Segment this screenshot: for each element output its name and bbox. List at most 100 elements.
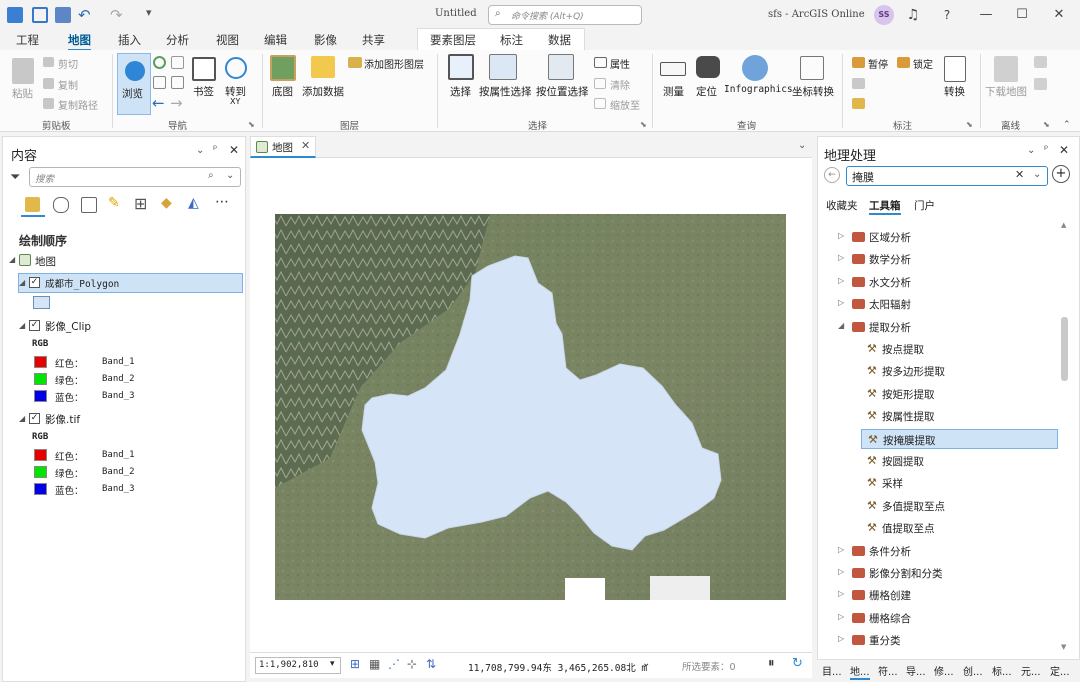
attributes-button[interactable]: 属性	[610, 56, 630, 71]
pane-tab-create[interactable]: 创...	[963, 663, 983, 678]
tool-item[interactable]: ⚒ 按点提取	[818, 339, 1058, 359]
list-by-selection-icon[interactable]	[81, 197, 97, 213]
maximize-button[interactable]: ☐	[1011, 4, 1033, 26]
toolset-item[interactable]: ▷ 区域分析	[818, 227, 1058, 247]
fixed-zoom-in-icon[interactable]	[171, 56, 184, 69]
copy-button[interactable]: 复制	[58, 77, 78, 92]
labeling-launcher-icon[interactable]: ⬊	[966, 120, 973, 129]
scroll-down-icon[interactable]: ▼	[1061, 643, 1066, 651]
rotation-icon[interactable]: ⇅	[426, 657, 436, 671]
geoprocessing-search-input[interactable]: 掩膜 ✕ ⌄	[846, 166, 1048, 186]
layer-visibility-checkbox[interactable]: ✓	[29, 277, 40, 288]
pause-labels-button[interactable]: 暂停	[868, 56, 888, 71]
collapse-ribbon-icon[interactable]: ⌃	[1063, 120, 1071, 130]
toolset-item[interactable]: ▷ 影像分割和分类	[818, 563, 1058, 583]
refresh-icon[interactable]: ↻	[792, 656, 803, 671]
tab-feature-layer[interactable]: 要素图层	[430, 32, 476, 48]
navigate-launcher-icon[interactable]: ⬊	[248, 120, 255, 129]
layer-visibility-checkbox[interactable]: ✓	[29, 320, 40, 331]
close-pane-icon[interactable]: ✕	[229, 143, 239, 157]
nav-toolboxes[interactable]: 工具箱	[869, 198, 901, 215]
layer-name[interactable]: 影像.tif	[45, 412, 80, 427]
pane-tab-geoprocessing[interactable]: 地...	[850, 663, 870, 680]
layer-collapse-icon[interactable]: ◢	[19, 321, 25, 330]
collapsed-chevron-icon[interactable]: ▷	[838, 276, 844, 285]
clear-search-icon[interactable]: ✕	[1015, 168, 1024, 181]
close-window-button[interactable]: ✕	[1048, 4, 1070, 26]
convert-labels-button[interactable]: 转换	[944, 84, 965, 99]
select-button[interactable]: 选择	[450, 84, 471, 99]
help-icon[interactable]: ?	[936, 4, 958, 26]
sync-icon[interactable]	[1034, 56, 1047, 68]
tab-edit[interactable]: 编辑	[264, 32, 287, 48]
add-data-button[interactable]: 添加数据	[302, 84, 344, 99]
toolset-item[interactable]: ▷ 太阳辐射	[818, 294, 1058, 314]
measure-button[interactable]: 测量	[663, 84, 684, 99]
label-more-icon[interactable]	[852, 98, 865, 109]
paste-button[interactable]: 粘贴	[12, 86, 33, 101]
redo-icon[interactable]: ↷	[110, 6, 123, 24]
fixed-zoom-out-icon[interactable]	[153, 76, 166, 89]
copy-path-button[interactable]: 复制路径	[58, 97, 98, 112]
zoom-to-selection-button[interactable]: 缩放至	[610, 97, 640, 112]
tab-data[interactable]: 数据	[548, 32, 571, 48]
grid-icon[interactable]: ▦	[369, 657, 380, 671]
collapsed-chevron-icon[interactable]: ▷	[838, 545, 844, 554]
add-graphics-layer-button[interactable]: 添加图形图层	[364, 56, 424, 71]
coordinate-conversion-button[interactable]: 坐标转换	[792, 84, 834, 99]
cut-button[interactable]: 剪切	[58, 56, 78, 71]
collapsed-chevron-icon[interactable]: ▷	[838, 634, 844, 643]
pane-tab-modify[interactable]: 修...	[934, 663, 954, 678]
download-map-button[interactable]: 下载地图	[985, 84, 1027, 99]
pause-drawing-icon[interactable]: ⏸	[768, 656, 775, 671]
tool-item[interactable]: ⚒ 值提取至点	[818, 518, 1058, 538]
pin-icon[interactable]: ᵖ	[213, 144, 217, 155]
filter-icon[interactable]: ⏷	[10, 170, 20, 185]
map-view-tab[interactable]: 地图 ✕	[250, 136, 316, 158]
contents-search-input[interactable]: 搜索 ⌕ ⌄	[29, 167, 241, 187]
toolset-item[interactable]: ▷ 水文分析	[818, 272, 1058, 292]
collapsed-chevron-icon[interactable]: ▷	[838, 567, 844, 576]
bookmarks-button[interactable]: 书签	[193, 84, 214, 99]
collapsed-chevron-icon[interactable]: ▷	[838, 298, 844, 307]
back-icon[interactable]: ←	[824, 167, 840, 183]
infographics-button[interactable]: Infographics	[724, 84, 793, 95]
more-options-icon[interactable]: ⋯	[215, 194, 229, 210]
pane-tab-navigation[interactable]: 导...	[906, 663, 926, 678]
pane-options-icon[interactable]: ⌄	[196, 145, 204, 156]
search-dropdown-icon[interactable]: ⌄	[226, 170, 234, 181]
tool-item[interactable]: ⚒ 多值提取至点	[818, 496, 1058, 516]
list-by-perspective-icon[interactable]: ◭	[188, 195, 199, 211]
close-tab-icon[interactable]: ✕	[301, 139, 310, 152]
select-by-location-button[interactable]: 按位置选择	[536, 84, 589, 99]
toolset-item[interactable]: ▷ 栅格创建	[818, 585, 1058, 605]
list-by-editing-icon[interactable]: ✎	[108, 195, 120, 211]
scroll-up-icon[interactable]: ▲	[1061, 221, 1066, 229]
nav-portal[interactable]: 门户	[914, 198, 935, 213]
pane-tab-labeling[interactable]: 标...	[992, 663, 1012, 678]
pane-tab-symbology[interactable]: 符...	[878, 663, 898, 678]
minimize-button[interactable]: —	[975, 4, 997, 26]
layer-collapse-icon[interactable]: ◢	[19, 278, 25, 287]
list-by-snapping-icon[interactable]: ⊞	[134, 194, 147, 213]
list-by-labeling-icon[interactable]: ◆	[161, 195, 172, 211]
tab-analysis[interactable]: 分析	[166, 32, 189, 48]
undo-icon[interactable]: ↶	[78, 6, 91, 24]
customize-toolbar-icon[interactable]: ▾	[146, 6, 152, 19]
list-by-source-icon[interactable]	[53, 197, 69, 213]
user-avatar[interactable]: SS	[874, 5, 894, 25]
tab-map[interactable]: 地图	[68, 32, 91, 51]
locate-button[interactable]: 定位	[696, 84, 717, 99]
tool-item[interactable]: ⚒ 按属性提取	[818, 406, 1058, 426]
expanded-chevron-icon[interactable]: ◢	[838, 321, 844, 330]
scale-selector[interactable]: 1:1,902,810 ▾	[255, 657, 341, 674]
tool-item[interactable]: ⚒ 按多边形提取	[818, 361, 1058, 381]
select-by-attributes-button[interactable]: 按属性选择	[479, 84, 532, 99]
toolset-item[interactable]: ▷ 重分类	[818, 630, 1058, 650]
close-pane-icon[interactable]: ✕	[1059, 143, 1069, 157]
constraints-icon[interactable]: ⋰	[388, 657, 400, 671]
tab-labeling[interactable]: 标注	[500, 32, 523, 48]
map-collapse-icon[interactable]: ◢	[9, 255, 15, 264]
tab-view[interactable]: 视图	[216, 32, 239, 48]
notifications-bell-icon[interactable]: ♫	[902, 4, 924, 26]
